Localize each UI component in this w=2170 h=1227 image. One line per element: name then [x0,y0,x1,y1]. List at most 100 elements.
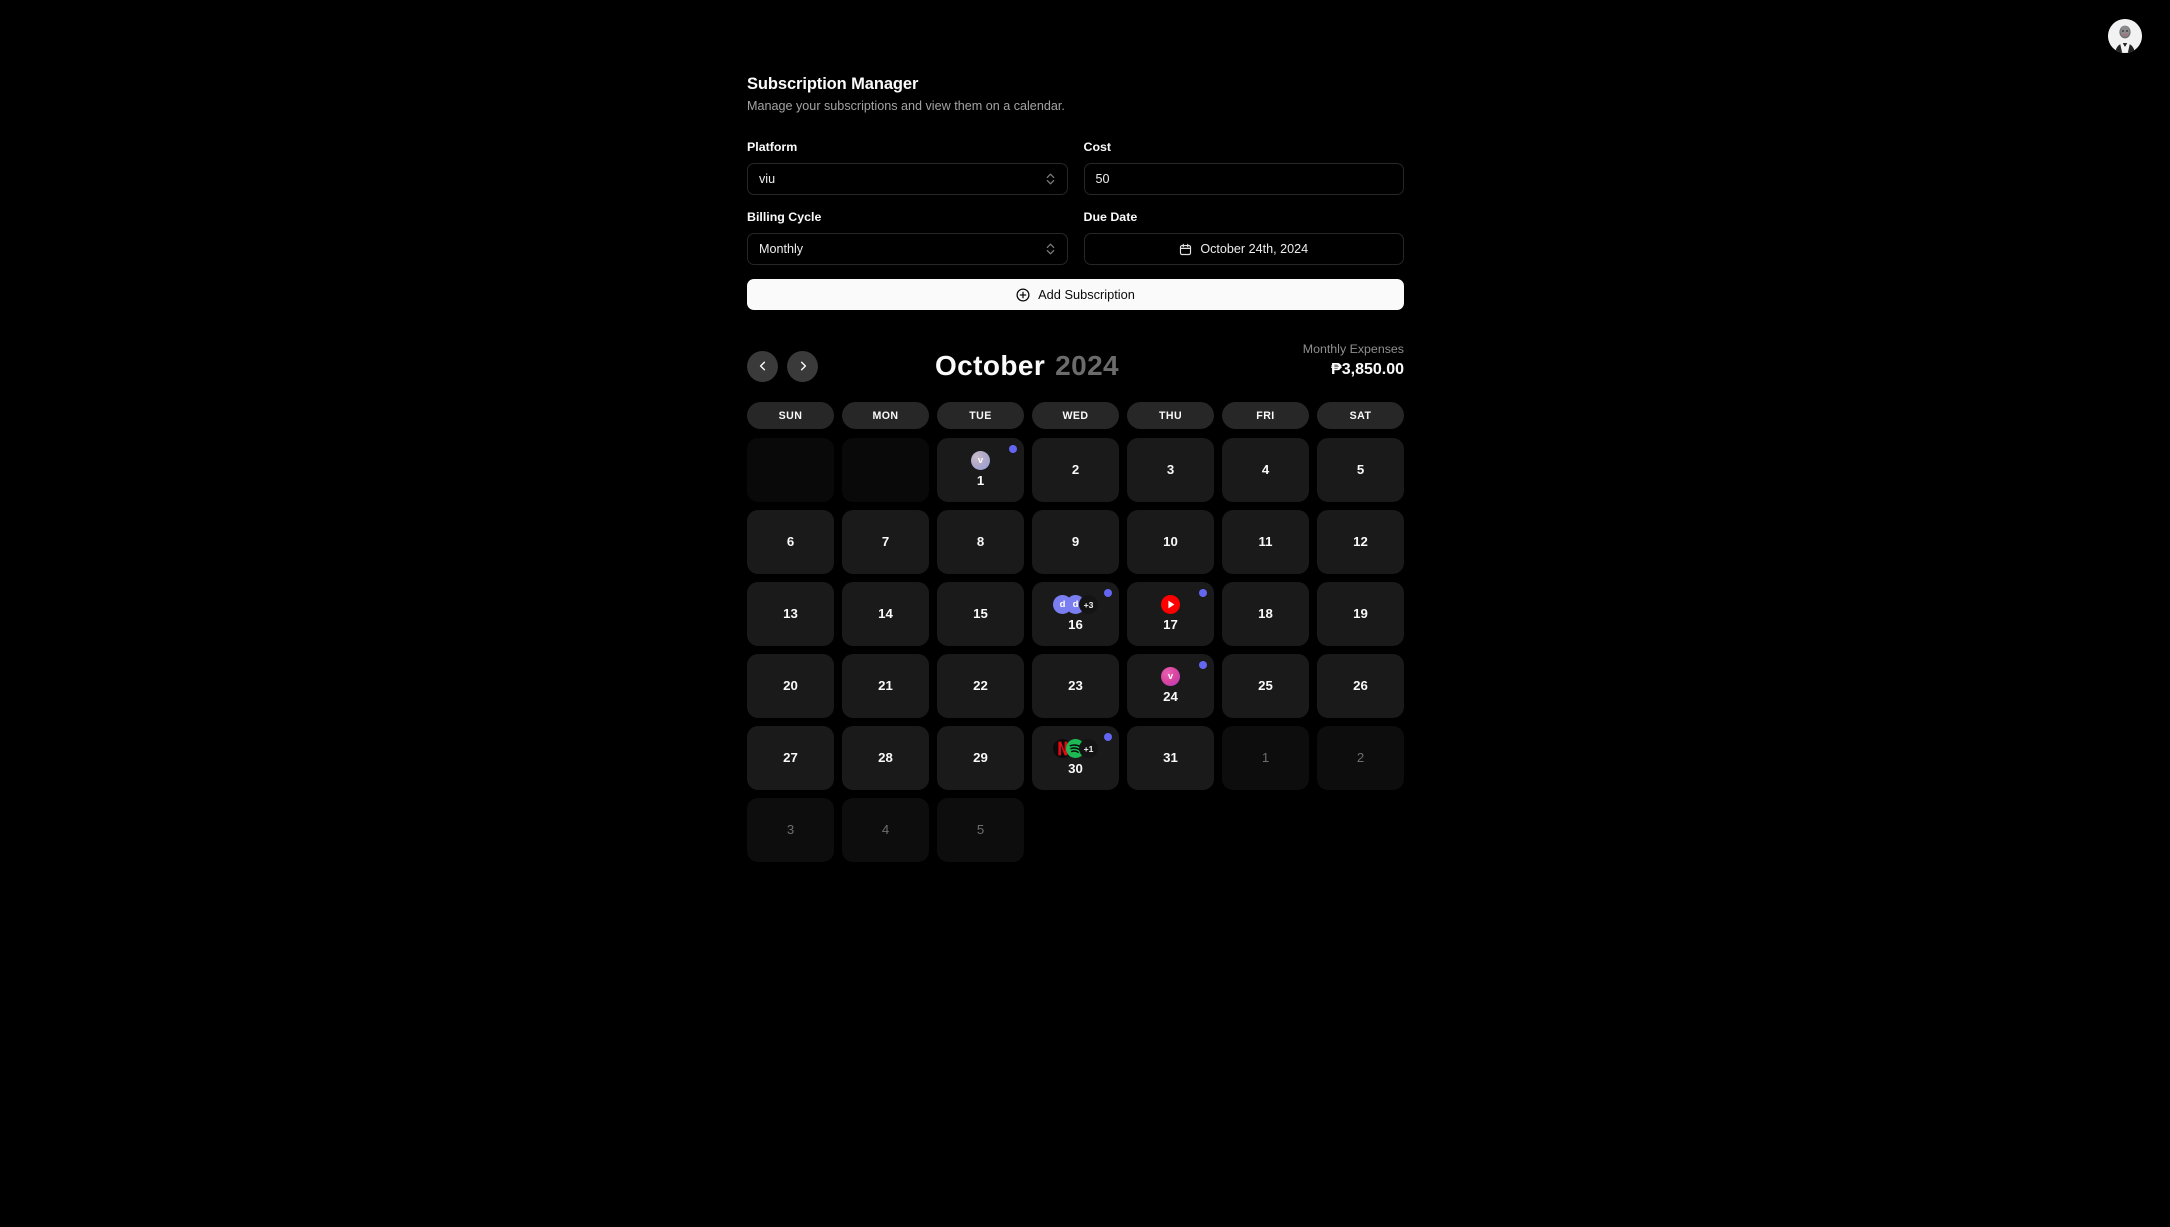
calendar-day-3[interactable]: 3 [1127,438,1214,502]
calendar-nav [747,350,818,382]
day-number: 12 [1353,534,1368,549]
monthly-expenses-label: Monthly Expenses [1302,342,1404,356]
calendar-day-18[interactable]: 18 [1222,582,1309,646]
calendar-day-31[interactable]: 31 [1127,726,1214,790]
day-number: 22 [973,678,988,693]
day-number: 14 [878,606,893,621]
day-number: 31 [1163,750,1178,765]
day-number: 27 [783,750,798,765]
calendar-day-29[interactable]: 29 [937,726,1024,790]
calendar-day-25[interactable]: 25 [1222,654,1309,718]
day-number: 28 [878,750,893,765]
day-number: 24 [1163,689,1178,704]
day-number: 13 [783,606,798,621]
billing-cycle-label: Billing Cycle [747,210,822,224]
platform-select[interactable]: viu [747,163,1068,195]
calendar-day-2[interactable]: 2 [1317,726,1404,790]
calendar-day-1[interactable]: 1 [1222,726,1309,790]
calendar-day-26[interactable]: 26 [1317,654,1404,718]
main-panel: Subscription Manager Manage your subscri… [747,74,1404,862]
calendar-day-15[interactable]: 15 [937,582,1024,646]
weekday-tue: TUE [937,402,1024,429]
billing-cycle-value: Monthly [759,242,804,256]
subscription-overflow-badge[interactable]: +3 [1079,595,1098,614]
next-month-button[interactable] [787,350,818,382]
day-indicator-dot [1199,661,1207,669]
day-number: 16 [1068,617,1083,632]
day-number: 18 [1258,606,1273,621]
calendar-icon [1180,243,1192,255]
calendar-year: 2024 [1055,350,1120,381]
platform-value: viu [759,172,776,186]
due-date-field: Due Date October 24th, 2024 [1083,209,1404,265]
user-avatar[interactable] [2108,19,2142,53]
calendar-day-empty [747,438,834,502]
day-number: 4 [881,822,890,837]
calendar-day-24[interactable]: v 24 [1127,654,1214,718]
weekday-sun: SUN [747,402,834,429]
billing-cycle-select[interactable]: Monthly [747,233,1068,265]
calendar-day-10[interactable]: 10 [1127,510,1214,574]
day-number: 29 [973,750,988,765]
calendar-day-5[interactable]: 5 [1317,438,1404,502]
calendar-day-4[interactable]: 4 [1222,438,1309,502]
calendar-day-6[interactable]: 6 [747,510,834,574]
plus-circle-icon [1016,287,1030,302]
calendar-day-21[interactable]: 21 [842,654,929,718]
page-subtitle: Manage your subscriptions and view them … [747,99,1065,113]
calendar-day-9[interactable]: 9 [1032,510,1119,574]
day-number: 2 [1356,750,1365,765]
subscription-overflow-badge[interactable]: +1 [1079,739,1098,758]
subscription-icon-viu-b[interactable]: v [1161,667,1180,686]
calendar-day-23[interactable]: 23 [1032,654,1119,718]
chevron-updown-icon [1046,173,1054,185]
prev-month-button[interactable] [747,350,778,382]
weekday-mon: MON [842,402,929,429]
day-indicator-dot [1009,445,1017,453]
calendar-day-19[interactable]: 19 [1317,582,1404,646]
calendar-day-20[interactable]: 20 [747,654,834,718]
cost-label: Cost [1083,140,1112,154]
day-number: 23 [1068,678,1083,693]
calendar-day-1[interactable]: v1 [937,438,1024,502]
calendar-day-28[interactable]: 28 [842,726,929,790]
due-date-picker[interactable]: October 24th, 2024 [1083,233,1404,265]
calendar-day-8[interactable]: 8 [937,510,1024,574]
calendar-day-3[interactable]: 3 [747,798,834,862]
calendar-day-17[interactable]: 17 [1127,582,1214,646]
calendar-day-2[interactable]: 2 [1032,438,1119,502]
monthly-expenses-value: ₱3,850.00 [1331,361,1404,378]
calendar-header: October 2024 Monthly Expenses ₱3,850.00 [747,342,1404,386]
day-number: 21 [878,678,893,693]
day-number: 3 [1166,462,1175,477]
calendar-day-13[interactable]: 13 [747,582,834,646]
calendar-day-empty [842,438,929,502]
due-date-label: Due Date [1083,210,1138,224]
calendar-day-5[interactable]: 5 [937,798,1024,862]
day-number: 5 [1356,462,1365,477]
day-number: 3 [786,822,795,837]
calendar-day-16[interactable]: d d +3 16 [1032,582,1119,646]
calendar-day-12[interactable]: 12 [1317,510,1404,574]
calendar-day-22[interactable]: 22 [937,654,1024,718]
calendar-day-4[interactable]: 4 [842,798,929,862]
day-number: 7 [881,534,890,549]
calendar-day-14[interactable]: 14 [842,582,929,646]
subscription-icon-stack: d d +3 [1053,595,1098,614]
subscription-icon-youtube[interactable] [1161,595,1180,614]
calendar-day-27[interactable]: 27 [747,726,834,790]
day-number: 1 [1261,750,1270,765]
subscription-icon-viu-a[interactable]: v [971,451,990,470]
calendar-month: October [934,350,1046,381]
day-indicator-dot [1104,733,1112,741]
add-subscription-button[interactable]: Add Subscription [747,279,1404,310]
day-indicator-dot [1199,589,1207,597]
add-subscription-label: Add Subscription [1038,287,1135,302]
calendar-day-7[interactable]: 7 [842,510,929,574]
cost-input-wrap[interactable]: 50 [1083,163,1404,195]
calendar-day-11[interactable]: 11 [1222,510,1309,574]
platform-label: Platform [747,140,798,154]
day-number: 9 [1071,534,1080,549]
day-number: 20 [783,678,798,693]
calendar-day-30[interactable]: +1 30 [1032,726,1119,790]
